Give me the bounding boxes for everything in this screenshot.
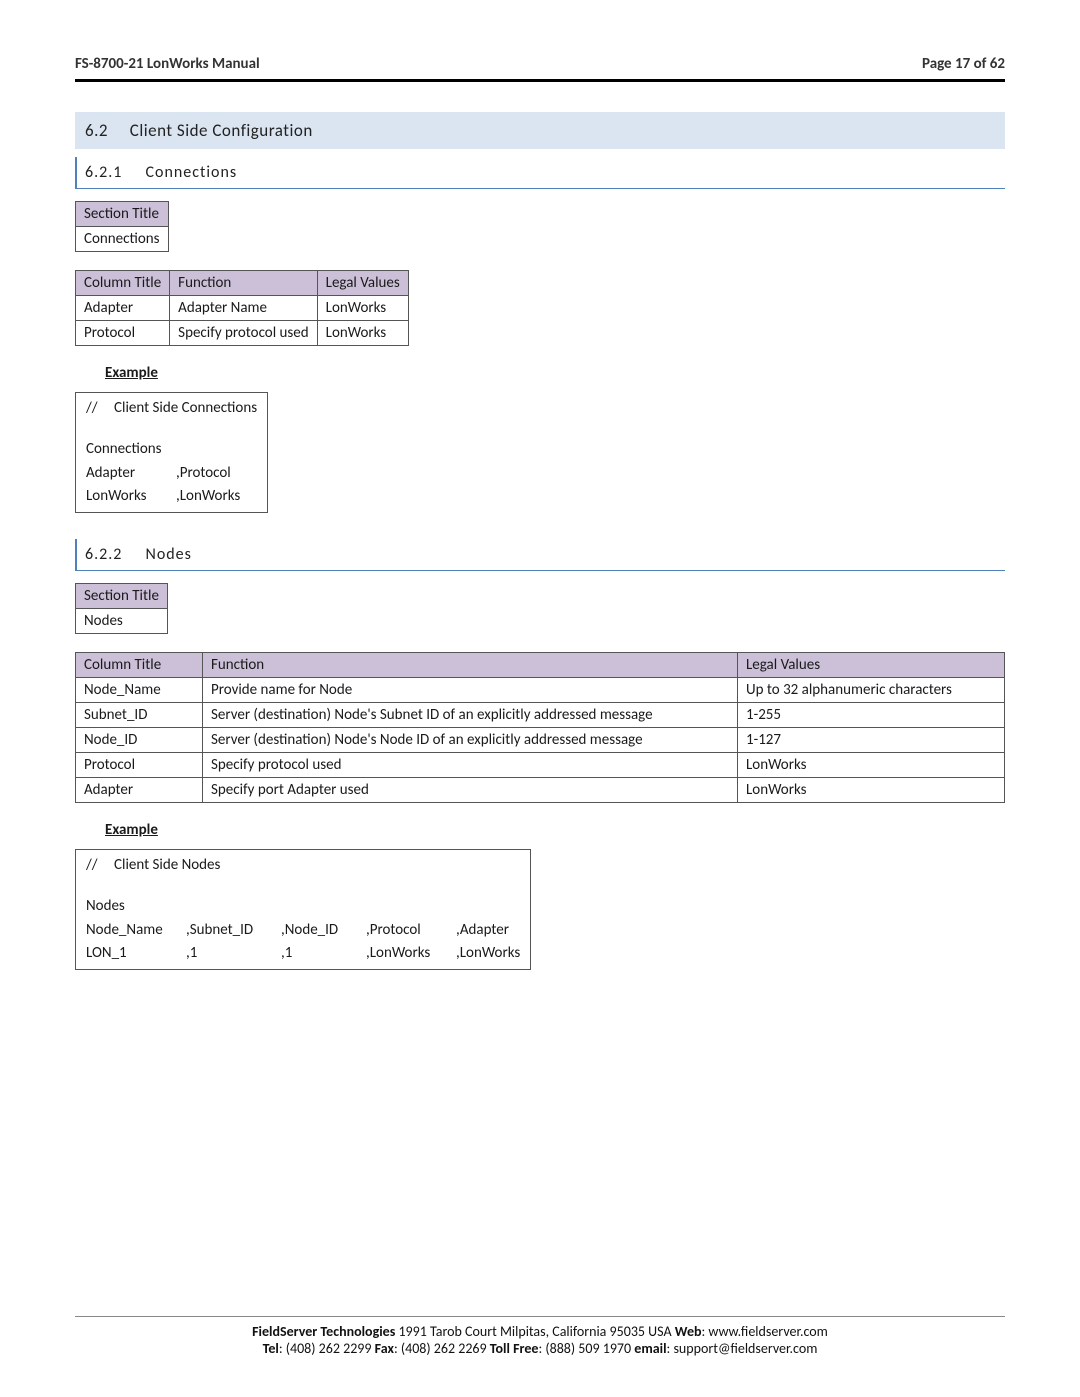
code-text: Client Side Connections	[114, 397, 257, 420]
footer-tel-label: Tel	[263, 1340, 279, 1357]
section-title-label: Section Title	[76, 202, 169, 227]
heading-number: 6.2	[85, 120, 108, 141]
cell: Node_Name	[76, 678, 203, 703]
cell: LonWorks	[738, 753, 1005, 778]
code-text: Client Side Nodes	[114, 854, 220, 877]
table-row: Protocol Specify protocol used LonWorks	[76, 753, 1005, 778]
heading-6-2-2: 6.2.2 Nodes	[75, 539, 1005, 571]
table-row: Protocol Specify protocol used LonWorks	[76, 321, 409, 346]
section-title-value: Connections	[76, 227, 169, 252]
footer-tollfree-label: Toll Free	[490, 1340, 539, 1357]
table-row: Node_ID Server (destination) Node's Node…	[76, 728, 1005, 753]
footer-email: : support@fieldserver.com	[667, 1340, 818, 1357]
code-text: ,Protocol	[176, 462, 231, 485]
page-footer: FieldServer Technologies 1991 Tarob Cour…	[75, 1316, 1005, 1357]
cell: Protocol	[76, 321, 170, 346]
table-row: Adapter Adapter Name LonWorks	[76, 296, 409, 321]
code-text: //	[86, 397, 114, 420]
footer-tollfree: : (888) 509 1970	[538, 1340, 634, 1357]
cell: LonWorks	[738, 778, 1005, 803]
example-label: Example	[105, 364, 1005, 382]
nodes-example-code: // Client Side Nodes Nodes Node_Name ,Su…	[75, 849, 531, 970]
cell: Server (destination) Node's Subnet ID of…	[203, 703, 738, 728]
function-header: Function	[170, 271, 317, 296]
nodes-params-table: Column Title Function Legal Values Node_…	[75, 652, 1005, 803]
col-title-header: Column Title	[76, 653, 203, 678]
cell: Node_ID	[76, 728, 203, 753]
code-text: ,Node_ID	[281, 919, 366, 942]
code-text: ,Adapter	[456, 919, 509, 942]
header-rule	[75, 79, 1005, 82]
header-right: Page 17 of 62	[922, 55, 1005, 73]
heading-number: 6.2.2	[85, 545, 122, 564]
function-header: Function	[203, 653, 738, 678]
cell: Adapter Name	[170, 296, 317, 321]
code-text: Node_Name	[86, 919, 186, 942]
cell: 1-255	[738, 703, 1005, 728]
example-label: Example	[105, 821, 1005, 839]
cell: Adapter	[76, 296, 170, 321]
cell: Protocol	[76, 753, 203, 778]
legal-values-header: Legal Values	[738, 653, 1005, 678]
code-text: ,1	[186, 942, 281, 965]
heading-title: Client Side Configuration	[130, 120, 313, 141]
table-row: Adapter Specify port Adapter used LonWor…	[76, 778, 1005, 803]
header-left: FS-8700-21 LonWorks Manual	[75, 55, 260, 73]
legal-values-header: Legal Values	[317, 271, 408, 296]
footer-web: : www.fieldserver.com	[702, 1323, 828, 1340]
code-text: LonWorks	[86, 485, 176, 508]
heading-title: Nodes	[146, 545, 192, 564]
page: FS-8700-21 LonWorks Manual Page 17 of 62…	[0, 0, 1080, 1397]
heading-number: 6.2.1	[85, 163, 122, 182]
footer-fax-label: Fax	[375, 1340, 394, 1357]
code-text: //	[86, 854, 114, 877]
cell: LonWorks	[317, 296, 408, 321]
code-text: ,Protocol	[366, 919, 456, 942]
code-text: Nodes	[86, 895, 125, 918]
code-text: LON_1	[86, 942, 186, 965]
cell: Up to 32 alphanumeric characters	[738, 678, 1005, 703]
code-text: ,1	[281, 942, 366, 965]
footer-company: FieldServer Technologies	[252, 1323, 395, 1340]
col-title-header: Column Title	[76, 271, 170, 296]
section-title-value: Nodes	[76, 609, 168, 634]
cell: Specify protocol used	[170, 321, 317, 346]
footer-fax: : (408) 262 2269	[394, 1340, 490, 1357]
nodes-section-title-table: Section Title Nodes	[75, 583, 168, 634]
page-header: FS-8700-21 LonWorks Manual Page 17 of 62	[75, 55, 1005, 79]
cell: Adapter	[76, 778, 203, 803]
footer-email-label: email	[634, 1340, 666, 1357]
footer-tel: : (408) 262 2299	[279, 1340, 375, 1357]
heading-title: Connections	[146, 163, 238, 182]
section-title-label: Section Title	[76, 584, 168, 609]
cell: Server (destination) Node's Node ID of a…	[203, 728, 738, 753]
code-text: Connections	[86, 438, 162, 461]
footer-web-label: Web	[675, 1323, 702, 1340]
code-text: ,LonWorks	[366, 942, 456, 965]
cell: Specify protocol used	[203, 753, 738, 778]
heading-6-2: 6.2 Client Side Configuration	[75, 112, 1005, 149]
table-row: Node_Name Provide name for Node Up to 32…	[76, 678, 1005, 703]
cell: 1-127	[738, 728, 1005, 753]
heading-6-2-1: 6.2.1 Connections	[75, 157, 1005, 189]
connections-section-title-table: Section Title Connections	[75, 201, 169, 252]
cell: Subnet_ID	[76, 703, 203, 728]
cell: Provide name for Node	[203, 678, 738, 703]
cell: LonWorks	[317, 321, 408, 346]
footer-address: 1991 Tarob Court Milpitas, California 95…	[395, 1323, 674, 1340]
code-text: Adapter	[86, 462, 176, 485]
table-row: Subnet_ID Server (destination) Node's Su…	[76, 703, 1005, 728]
code-text: ,LonWorks	[456, 942, 520, 965]
connections-example-code: // Client Side Connections Connections A…	[75, 392, 268, 513]
connections-params-table: Column Title Function Legal Values Adapt…	[75, 270, 409, 346]
code-text: ,LonWorks	[176, 485, 240, 508]
cell: Specify port Adapter used	[203, 778, 738, 803]
code-text: ,Subnet_ID	[186, 919, 281, 942]
